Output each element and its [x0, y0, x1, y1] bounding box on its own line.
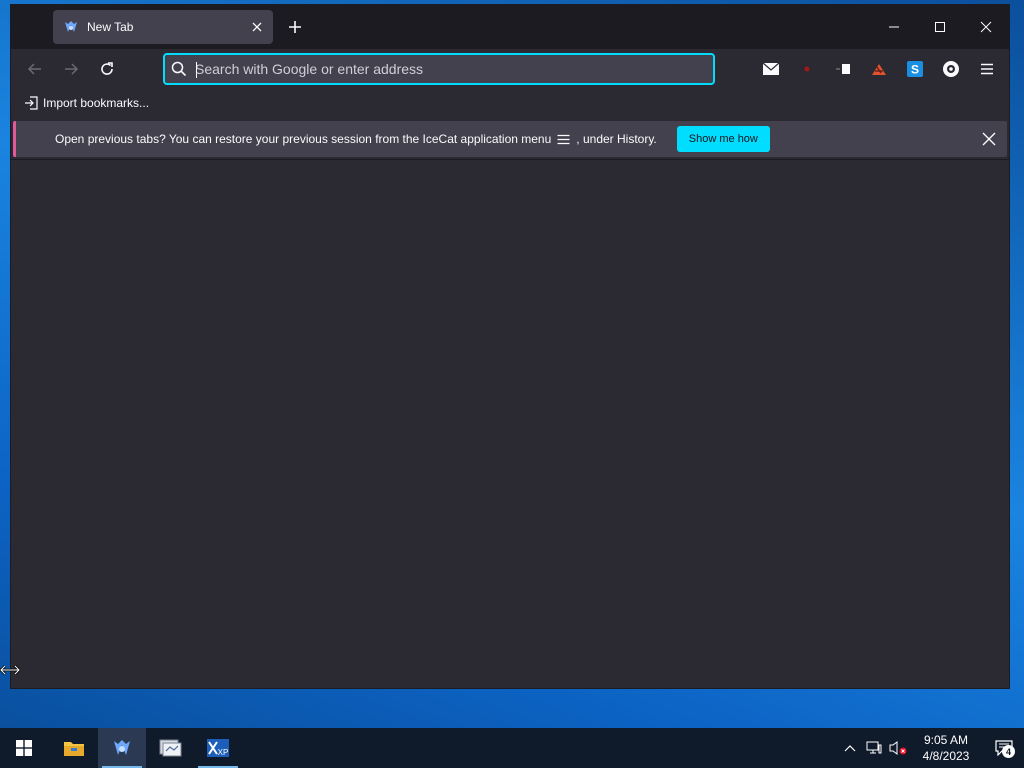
tab-strip: New Tab: [11, 5, 1009, 49]
start-button[interactable]: [0, 728, 48, 768]
notification-text-after: , under History.: [576, 132, 657, 146]
xp-app-taskbar-icon[interactable]: XP: [194, 728, 242, 768]
notification-text-before: Open previous tabs? You can restore your…: [55, 132, 552, 146]
close-window-button[interactable]: [963, 5, 1009, 49]
resize-cursor-icon: [0, 664, 21, 676]
network-icon[interactable]: [862, 736, 886, 760]
back-button[interactable]: [23, 57, 47, 81]
search-icon: [171, 61, 187, 77]
hamburger-menu-icon[interactable]: [975, 57, 999, 81]
volume-muted-icon[interactable]: [886, 736, 910, 760]
tab-title: New Tab: [87, 20, 134, 34]
reload-button[interactable]: [95, 57, 119, 81]
notification-message: Open previous tabs? You can restore your…: [55, 132, 657, 146]
system-tray: 9:05 AM 4/8/2023 4: [838, 728, 1024, 768]
mail-icon[interactable]: [759, 57, 783, 81]
show-me-how-button[interactable]: Show me how: [676, 126, 770, 152]
svg-text:XP: XP: [218, 748, 229, 757]
bug-extension-icon[interactable]: [867, 57, 891, 81]
page-content: [11, 159, 1009, 688]
icecat-taskbar-icon[interactable]: [98, 728, 146, 768]
clock[interactable]: 9:05 AM 4/8/2023: [916, 732, 976, 764]
address-input[interactable]: [195, 57, 713, 81]
clock-time: 9:05 AM: [923, 733, 969, 747]
extension-icon[interactable]: [831, 57, 855, 81]
forward-button[interactable]: [59, 57, 83, 81]
file-explorer-icon[interactable]: [50, 728, 98, 768]
icecat-favicon-icon: [63, 19, 79, 35]
bookmarks-toolbar: Import bookmarks...: [11, 89, 1009, 117]
session-restore-notification: Open previous tabs? You can restore your…: [13, 121, 1007, 157]
clock-date: 4/8/2023: [922, 749, 970, 763]
maximize-button[interactable]: [917, 5, 963, 49]
notification-count-badge: 4: [1002, 745, 1015, 758]
svg-text:S: S: [911, 63, 919, 77]
text-caret: [196, 62, 197, 78]
s-extension-icon[interactable]: S: [903, 57, 927, 81]
import-icon: [23, 95, 39, 111]
tab-close-icon[interactable]: [245, 15, 269, 39]
address-bar[interactable]: [163, 53, 715, 85]
browser-window: New Tab Search with Google or enter addr…: [10, 4, 1010, 689]
minimize-button[interactable]: [871, 5, 917, 49]
chevron-up-icon[interactable]: [838, 736, 862, 760]
new-tab-button[interactable]: [283, 15, 307, 39]
window-controls: [871, 5, 1009, 49]
app-taskbar-icon[interactable]: [146, 728, 194, 768]
navigation-toolbar: S: [11, 49, 1009, 89]
taskbar: XP 9:05 AM 4/8/2023 4: [0, 728, 1024, 768]
app-menu-icon: [556, 133, 570, 145]
eye-extension-icon[interactable]: [939, 57, 963, 81]
action-center-button[interactable]: 4: [984, 728, 1024, 768]
import-bookmarks-label: Import bookmarks...: [43, 96, 150, 110]
import-bookmarks-button[interactable]: Import bookmarks...: [23, 95, 149, 111]
close-notification-icon[interactable]: [979, 129, 999, 149]
tab-new-tab[interactable]: New Tab: [53, 10, 273, 44]
toolbar-icons: S: [759, 57, 1009, 81]
red-dot-extension-icon[interactable]: [795, 57, 819, 81]
